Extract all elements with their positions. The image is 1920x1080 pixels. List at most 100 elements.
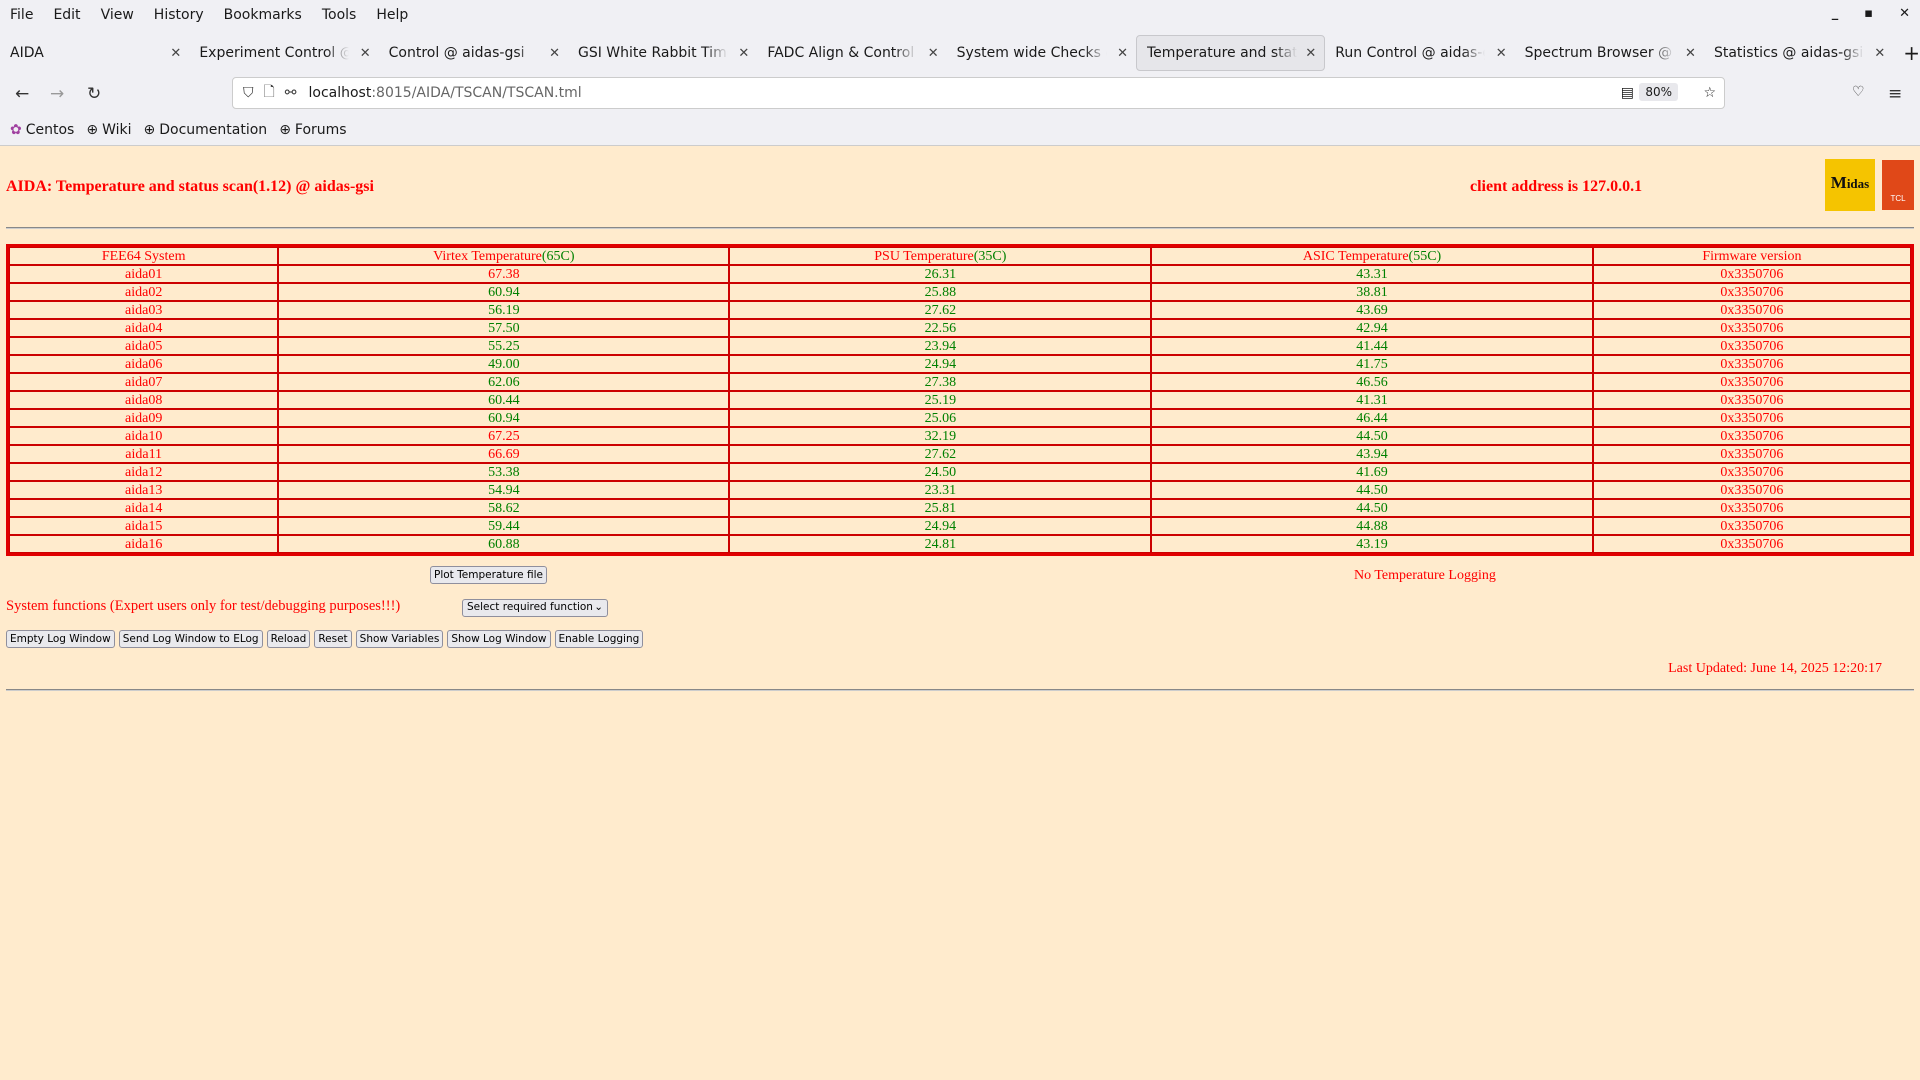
firmware-cell: 0x3350706: [1592, 481, 1911, 499]
tab[interactable]: Run Control @ aidas-gsi ✕: [1325, 35, 1514, 71]
page-title: AIDA: Temperature and status scan(1.12) …: [6, 178, 374, 195]
globe-icon: ⊕: [279, 122, 291, 138]
table-row: aida08 60.44 25.19 41.31 0x3350706: [9, 391, 1911, 409]
url-bar[interactable]: ⛉ 🗋 ⚯ localhost:8015/AIDA/TSCAN/TSCAN.tm…: [232, 77, 1725, 109]
reader-view-icon[interactable]: ▤: [1621, 85, 1634, 101]
reset-button[interactable]: Reset: [314, 630, 352, 648]
back-icon[interactable]: ←: [15, 84, 29, 104]
permissions-icon[interactable]: ⚯: [285, 85, 297, 101]
pocket-icon[interactable]: ♡: [1852, 84, 1865, 100]
system-cell: aida02: [9, 283, 279, 301]
asic-temp-cell: 44.50: [1151, 499, 1593, 517]
divider: [6, 689, 1914, 691]
tab[interactable]: AIDA ✕: [0, 35, 189, 71]
psu-temp-cell: 24.94: [729, 517, 1152, 535]
virtex-temp-cell: 58.62: [278, 499, 730, 517]
table-row: aida07 62.06 27.38 46.56 0x3350706: [9, 373, 1911, 391]
close-tab-icon[interactable]: ✕: [1874, 46, 1885, 61]
asic-temp-cell: 43.69: [1151, 301, 1593, 319]
bookmark-star-icon[interactable]: ☆: [1703, 85, 1716, 101]
close-tab-icon[interactable]: ✕: [549, 46, 560, 61]
bookmark-label: Documentation: [159, 122, 268, 138]
virtex-temp-cell: 54.94: [278, 481, 730, 499]
asic-temp-cell: 41.31: [1151, 391, 1593, 409]
psu-temp-cell: 22.56: [729, 319, 1152, 337]
zoom-level[interactable]: 80%: [1639, 83, 1678, 101]
page-icon: 🗋: [263, 84, 275, 100]
virtex-temp-cell: 49.00: [278, 355, 730, 373]
system-cell: aida04: [9, 319, 279, 337]
shield-icon[interactable]: ⛉: [243, 85, 254, 101]
bookmark-label: Wiki: [102, 122, 132, 138]
hamburger-menu-icon[interactable]: ≡: [1888, 84, 1902, 104]
close-tab-icon[interactable]: ✕: [1117, 46, 1128, 61]
menu-edit[interactable]: Edit: [53, 7, 80, 23]
table-row: aida02 60.94 25.88 38.81 0x3350706: [9, 283, 1911, 301]
menu-history[interactable]: History: [154, 7, 204, 23]
tab[interactable]: Temperature and status scan ✕: [1135, 35, 1326, 71]
show-log-window-button[interactable]: Show Log Window: [447, 630, 551, 648]
bookmark-wiki[interactable]: ⊕ Wiki: [86, 122, 131, 138]
table-row: aida10 67.25 32.19 44.50 0x3350706: [9, 427, 1911, 445]
bookmark-centos[interactable]: ✿ Centos: [10, 122, 74, 138]
firmware-cell: 0x3350706: [1592, 445, 1911, 463]
new-tab-icon[interactable]: +: [1903, 41, 1920, 65]
close-tab-icon[interactable]: ✕: [360, 46, 371, 61]
tab[interactable]: Spectrum Browser @ aidas-gsi ✕: [1515, 35, 1704, 71]
bookmark-forums[interactable]: ⊕ Forums: [279, 122, 346, 138]
close-tab-icon[interactable]: ✕: [738, 46, 749, 61]
url-path: :8015/AIDA/TSCAN/TSCAN.tml: [371, 85, 582, 101]
reload-icon[interactable]: ↻: [87, 84, 101, 104]
minimize-icon[interactable]: _: [1832, 6, 1839, 21]
tab[interactable]: GSI White Rabbit Timestamp ✕: [568, 35, 757, 71]
forward-icon[interactable]: →: [50, 84, 64, 104]
bookmarks-bar: ✿ Centos ⊕ Wiki ⊕ Documentation ⊕ Forums: [10, 116, 347, 144]
menu-file[interactable]: File: [10, 7, 33, 23]
close-tab-icon[interactable]: ✕: [170, 46, 181, 61]
select-value: Select required function: [467, 601, 593, 613]
menu-help[interactable]: Help: [376, 7, 408, 23]
asic-temp-cell: 43.94: [1151, 445, 1593, 463]
virtex-temp-cell: 60.94: [278, 283, 730, 301]
psu-temp-cell: 25.81: [729, 499, 1152, 517]
close-tab-icon[interactable]: ✕: [1305, 46, 1316, 61]
tab-strip: AIDA✕Experiment Control @ aidas-gsi✕Cont…: [0, 34, 1920, 72]
close-tab-icon[interactable]: ✕: [928, 46, 939, 61]
firmware-cell: 0x3350706: [1592, 517, 1911, 535]
menu-bar: File Edit View History Bookmarks Tools H…: [0, 0, 1920, 30]
bookmark-documentation[interactable]: ⊕ Documentation: [144, 122, 268, 138]
virtex-temp-cell: 62.06: [278, 373, 730, 391]
function-select[interactable]: Select required function ⌄: [462, 599, 608, 617]
virtex-temp-cell: 55.25: [278, 337, 730, 355]
send-log-to-elog-button[interactable]: Send Log Window to ELog: [118, 630, 263, 648]
plot-temperature-button[interactable]: Plot Temperature file: [430, 566, 547, 584]
table-row: aida16 60.88 24.81 43.19 0x3350706: [9, 535, 1911, 553]
maximize-icon[interactable]: ▪: [1864, 6, 1873, 21]
tab[interactable]: Control @ aidas-gsi ✕: [379, 35, 568, 71]
tab-label: GSI White Rabbit Timestamp: [577, 45, 728, 61]
menu-tools[interactable]: Tools: [322, 7, 357, 23]
tab[interactable]: Statistics @ aidas-gsi ✕: [1704, 35, 1893, 71]
header-label: FEE64 System: [101, 248, 186, 264]
menu-view[interactable]: View: [101, 7, 134, 23]
virtex-temp-cell: 60.94: [278, 409, 730, 427]
tab[interactable]: Experiment Control @ aidas-gsi ✕: [189, 35, 378, 71]
chevron-down-icon: ⌄: [594, 601, 603, 613]
column-header: PSU Temperature(35C): [729, 247, 1152, 265]
enable-logging-button[interactable]: Enable Logging: [554, 630, 644, 648]
tab[interactable]: System wide Checks @ aidas-gsi ✕: [947, 35, 1136, 71]
menu-bookmarks[interactable]: Bookmarks: [224, 7, 302, 23]
temperature-table: FEE64 System Virtex Temperature(65C) PSU T…: [6, 244, 1914, 556]
close-tab-icon[interactable]: ✕: [1685, 46, 1696, 61]
last-updated: Last Updated: June 14, 2025 12:20:17: [1668, 661, 1882, 676]
tab-label: Run Control @ aidas-gsi: [1335, 45, 1485, 61]
close-window-icon[interactable]: ✕: [1899, 6, 1910, 21]
close-tab-icon[interactable]: ✕: [1496, 46, 1507, 61]
show-variables-button[interactable]: Show Variables: [355, 630, 444, 648]
psu-temp-cell: 24.50: [729, 463, 1152, 481]
tab[interactable]: FADC Align & Control @ aidas-gsi ✕: [757, 35, 946, 71]
header-limit: (65C): [541, 248, 575, 264]
psu-temp-cell: 25.88: [729, 283, 1152, 301]
reload-button[interactable]: Reload: [266, 630, 311, 648]
empty-log-window-button[interactable]: Empty Log Window: [6, 630, 115, 648]
